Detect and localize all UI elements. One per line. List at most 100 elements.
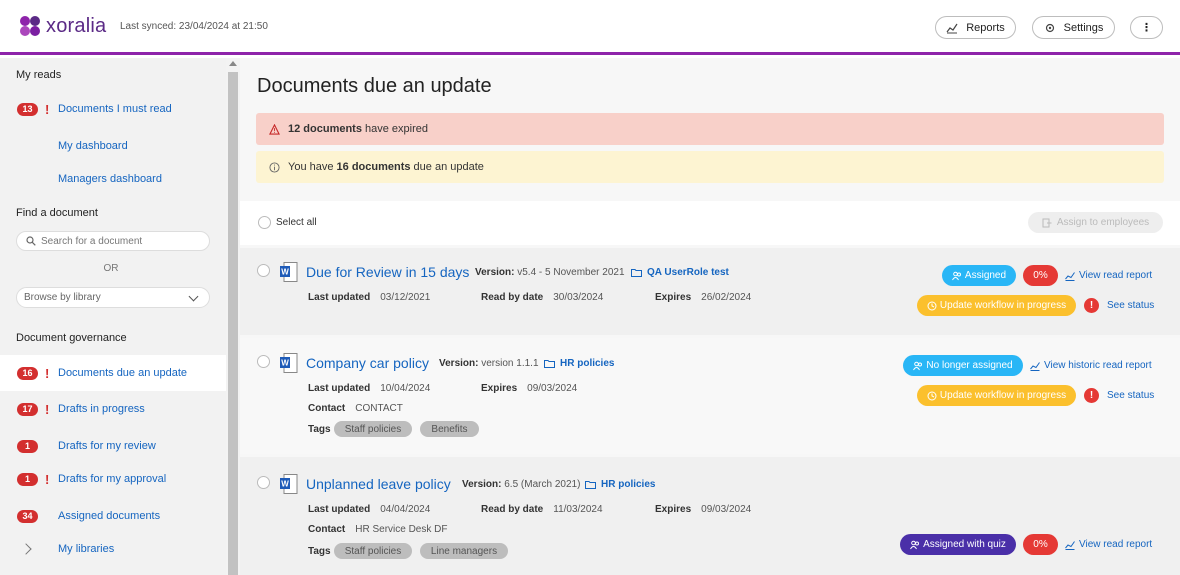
chart-line-icon	[1065, 540, 1075, 550]
read-by-date: Read by date 30/03/2024	[481, 292, 603, 303]
search-box[interactable]	[16, 231, 210, 251]
read-by-label: Read by date	[481, 292, 544, 303]
top-bar: xoralia Last synced: 23/04/2024 at 21:50…	[0, 0, 1180, 55]
word-document-icon: W	[280, 262, 298, 282]
logo-text: xoralia	[46, 14, 107, 37]
info-icon	[269, 161, 280, 173]
view-read-report-link[interactable]: View read report	[1065, 539, 1152, 550]
chevron-down-icon	[188, 291, 199, 302]
version-value: v5.4 - 5 November 2021	[517, 267, 625, 278]
tag-chip[interactable]: Benefits	[420, 421, 479, 437]
workflow-label: Update workflow in progress	[939, 300, 1067, 311]
last-updated: Last updated 04/04/2024	[308, 504, 430, 515]
sidebar-item-my-dashboard[interactable]: My dashboard	[0, 128, 226, 164]
contact: Contact HR Service Desk DF	[308, 524, 447, 535]
warning-triangle-icon	[269, 123, 280, 135]
library-link[interactable]: HR policies	[544, 358, 614, 369]
last-updated-label: Last updated	[308, 292, 371, 303]
document-checkbox[interactable]	[257, 264, 270, 277]
document-title-link[interactable]: Unplanned leave policy	[306, 476, 451, 492]
exclamation-icon: !	[45, 101, 50, 117]
document-checkbox[interactable]	[257, 355, 270, 368]
contact: Contact CONTACT	[308, 403, 403, 414]
see-status-link[interactable]: See status	[1107, 390, 1154, 401]
expired-alert-text: 12 documents have expired	[288, 123, 428, 135]
sidebar-item-drafts-review[interactable]: 1 Drafts for my review	[0, 428, 226, 464]
last-updated-value: 04/04/2024	[380, 504, 431, 515]
version-info: Version: v5.4 - 5 November 2021	[475, 267, 625, 278]
more-options-button[interactable]: ⋮	[1130, 16, 1163, 39]
svg-text:W: W	[281, 480, 289, 489]
count-badge: 17	[17, 402, 38, 416]
tag-chip[interactable]: Staff policies	[334, 421, 412, 437]
sidebar-scrollbar[interactable]	[226, 58, 240, 575]
version-label: Version:	[439, 358, 479, 369]
version-label: Version:	[475, 267, 515, 278]
browse-library-select[interactable]: Browse by library	[16, 287, 210, 308]
document-title-link[interactable]: Due for Review in 15 days	[306, 264, 469, 280]
settings-button[interactable]: Settings	[1032, 16, 1115, 39]
expires-label: Expires	[655, 504, 692, 515]
report-link-label: View historic read report	[1044, 360, 1152, 371]
due-alert: You have 16 documents due an update	[256, 151, 1164, 183]
sidebar-item-assigned-documents[interactable]: 34 Assigned documents	[0, 498, 226, 534]
word-document-icon: W	[280, 474, 298, 494]
library-link[interactable]: HR policies	[585, 479, 655, 490]
assigned-status-pill: Assigned	[942, 265, 1016, 286]
workflow-label: Update workflow in progress	[939, 390, 1067, 401]
assign-to-employees-button[interactable]: Assign to employees	[1028, 212, 1163, 233]
assign-icon	[1042, 218, 1052, 227]
no-longer-assigned-pill: No longer assigned	[903, 355, 1023, 376]
search-input[interactable]	[41, 235, 201, 247]
library-link[interactable]: QA UserRole test	[631, 267, 729, 278]
version-value: version 1.1.1	[481, 358, 539, 369]
sidebar-item-label: Drafts for my review	[58, 440, 156, 452]
scroll-up-arrow-icon[interactable]	[229, 61, 237, 66]
document-card: W Due for Review in 15 days Version: v5.…	[240, 248, 1180, 335]
folder-icon	[544, 360, 555, 368]
expires-value: 09/03/2024	[527, 383, 578, 394]
tags-label-text: Tags	[308, 424, 331, 435]
select-all-checkbox[interactable]	[258, 216, 271, 229]
sidebar-item-label: My libraries	[58, 543, 115, 555]
document-title-link[interactable]: Company car policy	[306, 355, 429, 371]
count-badge: 1	[17, 439, 38, 453]
view-read-report-link[interactable]: View read report	[1065, 270, 1152, 281]
more-icon: ⋮	[1141, 22, 1152, 34]
document-checkbox[interactable]	[257, 476, 270, 489]
view-historic-read-report-link[interactable]: View historic read report	[1030, 360, 1152, 371]
sidebar-item-managers-dashboard[interactable]: Managers dashboard	[0, 161, 226, 197]
scrollbar-thumb[interactable]	[228, 72, 238, 575]
clock-icon	[927, 391, 937, 400]
tag-chip[interactable]: Line managers	[420, 543, 508, 559]
gear-icon	[1045, 23, 1054, 32]
users-icon	[910, 540, 920, 549]
sidebar-item-my-libraries[interactable]: My libraries	[0, 531, 226, 567]
chevron-right-icon	[20, 543, 32, 555]
browse-label: Browse by library	[24, 292, 101, 303]
read-percent-badge: 0%	[1023, 265, 1058, 286]
sidebar-item-drafts-approval[interactable]: 1 ! Drafts for my approval	[0, 461, 226, 497]
reports-button[interactable]: Reports	[935, 16, 1016, 39]
svg-text:W: W	[281, 268, 289, 277]
select-all-label[interactable]: Select all	[276, 217, 317, 228]
sidebar-item-drafts-progress[interactable]: 17 ! Drafts in progress	[0, 391, 226, 427]
tag-chip[interactable]: Staff policies	[334, 543, 412, 559]
status-label: Assigned	[964, 270, 1007, 281]
last-updated-label: Last updated	[308, 504, 371, 515]
expires-value: 26/02/2024	[701, 292, 752, 303]
sidebar-item-due-update[interactable]: 16 ! Documents due an update	[0, 355, 226, 391]
chart-line-icon	[1065, 271, 1075, 281]
count-badge: 16	[17, 366, 38, 380]
read-by-date: Read by date 11/03/2024	[481, 504, 603, 515]
report-link-label: View read report	[1079, 539, 1153, 550]
exclamation-icon: !	[45, 471, 50, 487]
status-label: Assigned with quiz	[923, 539, 1006, 550]
read-by-label: Read by date	[481, 504, 544, 515]
assign-label: Assign to employees	[1056, 217, 1150, 228]
see-status-link[interactable]: See status	[1107, 300, 1154, 311]
xoralia-logo[interactable]: xoralia	[18, 14, 106, 38]
sidebar-item-documents-must-read[interactable]: 13 ! Documents I must read	[0, 91, 226, 127]
sidebar-item-label: Assigned documents	[58, 510, 161, 522]
contact-value: CONTACT	[355, 403, 403, 414]
